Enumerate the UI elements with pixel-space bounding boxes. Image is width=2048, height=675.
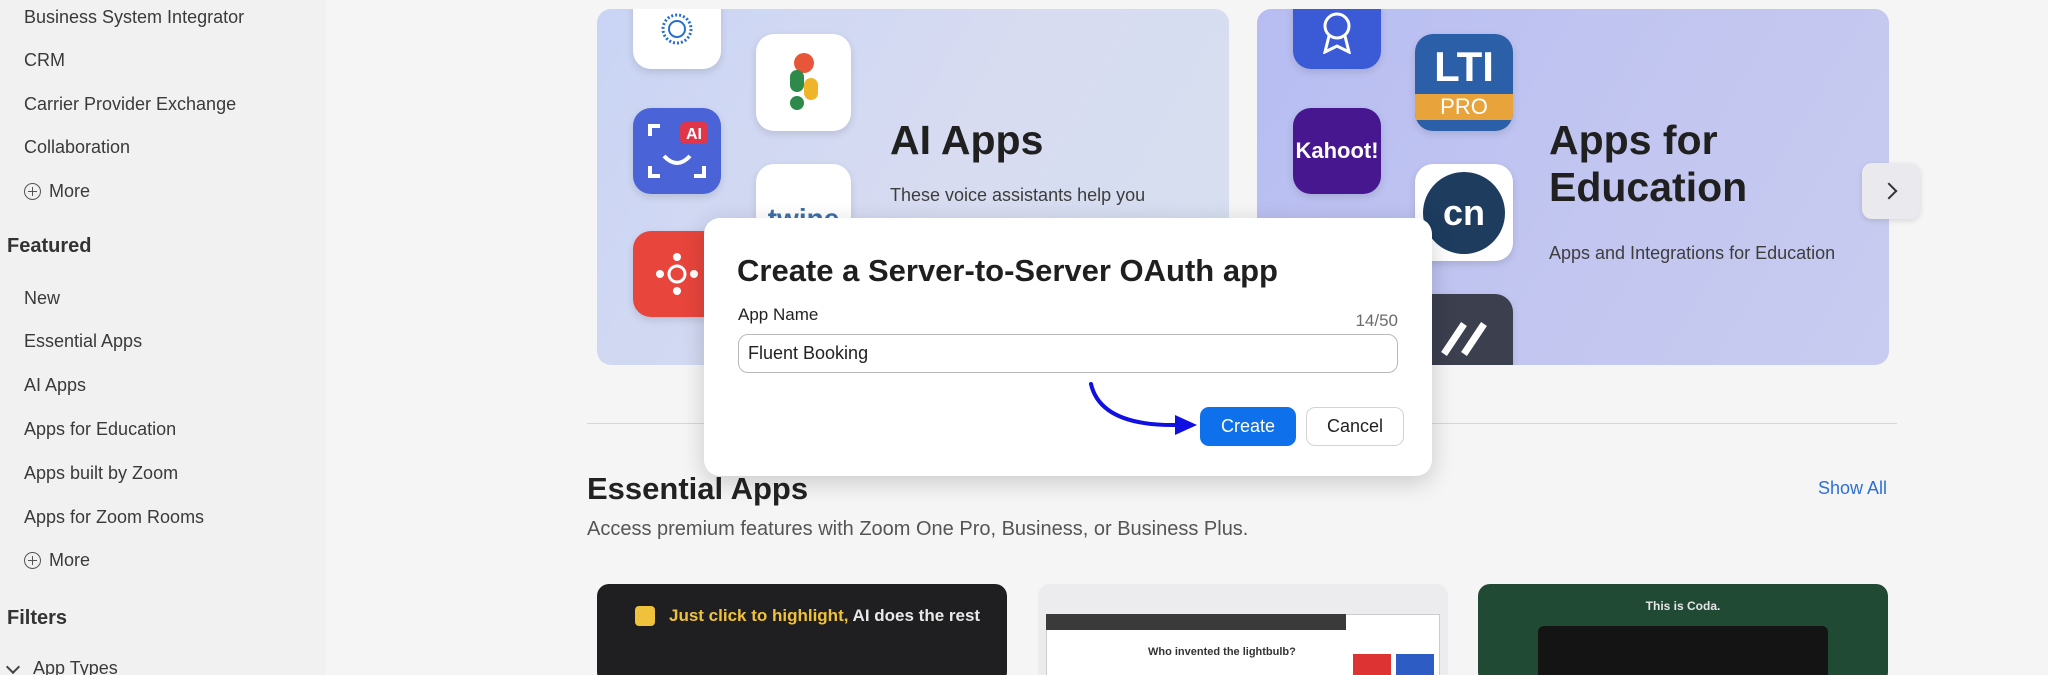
create-button[interactable]: Create [1200,407,1296,446]
cancel-button[interactable]: Cancel [1306,407,1404,446]
app-name-label: App Name [738,305,819,324]
annotation-arrow-icon [1089,382,1197,435]
dialog-title: Create a Server-to-Server OAuth app [737,253,1278,288]
app-name-input[interactable] [738,334,1398,373]
app-name-char-counter: 14/50 [1355,311,1398,330]
create-oauth-app-dialog: Create a Server-to-Server OAuth app App … [704,218,1432,476]
